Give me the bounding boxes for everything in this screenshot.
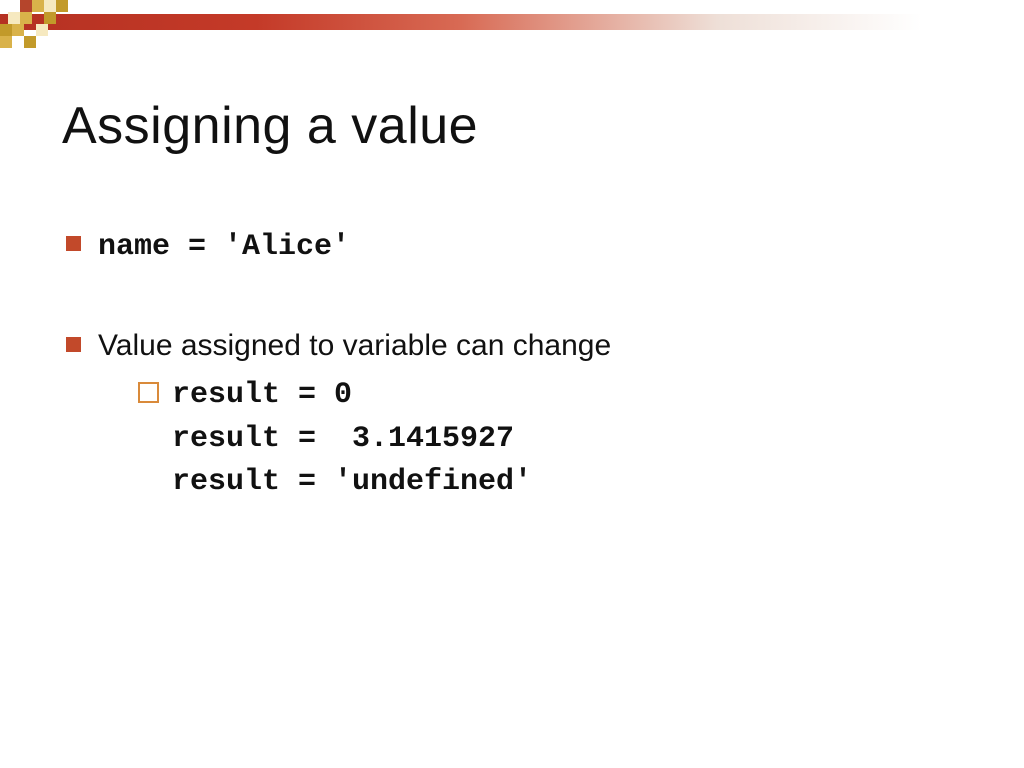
bullet-item: Value assigned to variable can change re… [62, 327, 962, 505]
slide-title: Assigning a value [62, 96, 962, 156]
banner-pixel-cluster [0, 0, 72, 48]
slide-banner [0, 0, 1024, 48]
code-block: result = 0 result = 3.1415927 result = '… [172, 374, 962, 505]
bullet-list: name = 'Alice' Value assigned to variabl… [62, 226, 962, 505]
code-text: name = 'Alice' [98, 230, 350, 264]
banner-gradient-bar [0, 14, 1024, 30]
sub-bullet: result = 0 result = 3.1415927 result = '… [138, 374, 962, 505]
slide-content: Assigning a value name = 'Alice' Value a… [0, 48, 1024, 505]
bullet-item: name = 'Alice' [62, 226, 962, 267]
bullet-text: Value assigned to variable can change [98, 329, 611, 362]
